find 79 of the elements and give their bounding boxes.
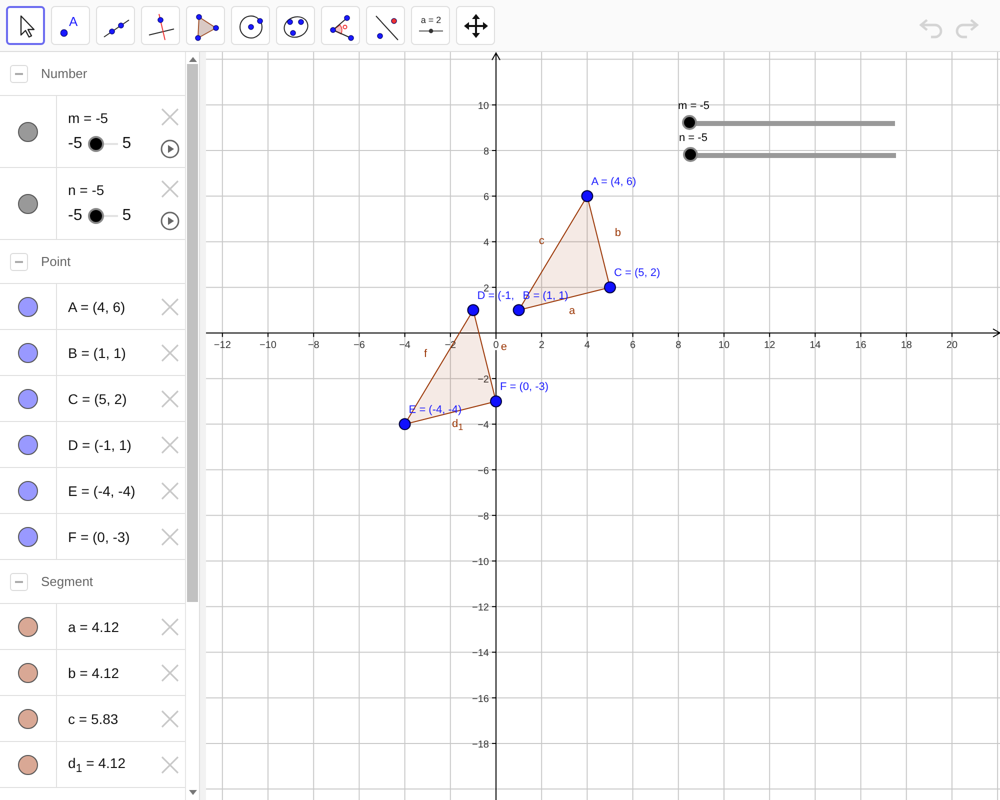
tick-label: 20 xyxy=(946,340,958,351)
tick-label: 6 xyxy=(630,340,636,351)
visibility-dot[interactable] xyxy=(18,434,38,454)
move-view-tool-button[interactable] xyxy=(456,6,495,45)
visibility-dot[interactable] xyxy=(18,296,38,316)
slider-max: 5 xyxy=(122,135,132,153)
tick-label: −8 xyxy=(478,511,489,522)
line-tool-button[interactable] xyxy=(96,6,135,45)
point-label: C = (5, 2) xyxy=(614,267,660,280)
scrollbar-thumb[interactable] xyxy=(187,64,198,602)
algebra-entry[interactable]: d$_{1}$ = 4.12 xyxy=(68,754,155,774)
tick-label: 8 xyxy=(676,340,682,351)
algebra-entry[interactable]: n = -5 xyxy=(68,182,155,198)
tick-label: 16 xyxy=(855,340,866,351)
visibility-dot[interactable] xyxy=(18,526,38,546)
slider-label: n = -5 xyxy=(679,131,708,146)
segment-label: b xyxy=(614,227,621,240)
conic-tool-button[interactable] xyxy=(276,6,315,45)
tick-label: 10 xyxy=(478,100,489,112)
slider-thumb[interactable] xyxy=(88,136,104,152)
tick-label: 2 xyxy=(538,340,544,351)
pointer-tool-button[interactable] xyxy=(6,6,45,45)
angle-tool-button[interactable] xyxy=(321,6,360,45)
tick-label: −6 xyxy=(478,466,489,477)
tick-label: 14 xyxy=(810,340,821,351)
algebra-entry[interactable]: c = 5.83 xyxy=(68,710,155,726)
tick-label: −16 xyxy=(472,694,489,705)
slider-max: 5 xyxy=(122,207,132,225)
play-button[interactable] xyxy=(160,211,180,231)
visibility-dot[interactable] xyxy=(18,122,38,142)
visibility-dot[interactable] xyxy=(18,616,38,636)
tick-label: −12 xyxy=(472,602,489,614)
visibility-dot[interactable] xyxy=(18,342,38,362)
circle-tool-button[interactable] xyxy=(231,6,270,45)
visibility-dot[interactable] xyxy=(18,754,38,774)
visibility-dot[interactable] xyxy=(18,480,38,500)
tick-label: 4 xyxy=(483,238,489,249)
algebra-entry[interactable]: B = (1, 1) xyxy=(68,344,155,360)
visibility-dot[interactable] xyxy=(18,388,38,408)
group-heading: Segment xyxy=(41,574,94,589)
polygon-tool-button[interactable] xyxy=(186,6,225,45)
slider-thumb[interactable] xyxy=(88,208,104,224)
point-label: F = (0, -3) xyxy=(500,381,549,394)
visibility-dot[interactable] xyxy=(18,662,38,682)
tick-label: −12 xyxy=(214,340,231,351)
algebra-entry[interactable]: F = (0, -3) xyxy=(68,528,155,544)
point-label: A = (4, 6) xyxy=(591,176,636,188)
reflect-tool-button[interactable] xyxy=(366,6,405,45)
group-heading: Number xyxy=(41,66,88,81)
tick-label: 8 xyxy=(483,146,489,158)
algebra-entry[interactable]: A = (4, 6) xyxy=(68,298,155,314)
tick-label: −8 xyxy=(308,340,320,351)
tick-label: 10 xyxy=(718,340,730,351)
visibility-dot[interactable] xyxy=(18,194,38,214)
visibility-dot[interactable] xyxy=(18,708,38,728)
group-heading: Point xyxy=(41,254,71,269)
slider-thumb[interactable] xyxy=(683,147,698,162)
segment-label: e xyxy=(500,341,507,354)
tick-label: 6 xyxy=(483,192,489,204)
perpendicular-tool-button[interactable] xyxy=(141,6,180,45)
slider-min: -5 xyxy=(68,135,82,153)
slider-min: -5 xyxy=(68,207,82,225)
tick-label: −14 xyxy=(472,648,489,660)
tick-label: −10 xyxy=(260,340,276,351)
algebra-entry[interactable]: a = 4.12 xyxy=(68,618,155,634)
algebra-entry[interactable]: m = -5 xyxy=(68,110,155,126)
slider-label: m = -5 xyxy=(678,99,710,114)
algebra-entry[interactable]: b = 4.12 xyxy=(68,664,155,680)
tick-label: −10 xyxy=(472,557,489,568)
tick-label: −18 xyxy=(472,739,489,750)
play-button[interactable] xyxy=(160,139,180,159)
tick-label: 18 xyxy=(900,340,912,351)
tick-label: 12 xyxy=(764,340,776,351)
algebra-entry[interactable]: D = (-1, 1) xyxy=(68,436,155,452)
algebra-entry[interactable]: C = (5, 2) xyxy=(68,390,155,406)
tick-label: −6 xyxy=(354,340,365,351)
algebra-entry[interactable]: E = (-4, -4) xyxy=(68,482,155,498)
tick-label: 4 xyxy=(584,340,590,351)
slider-thumb[interactable] xyxy=(682,115,697,130)
